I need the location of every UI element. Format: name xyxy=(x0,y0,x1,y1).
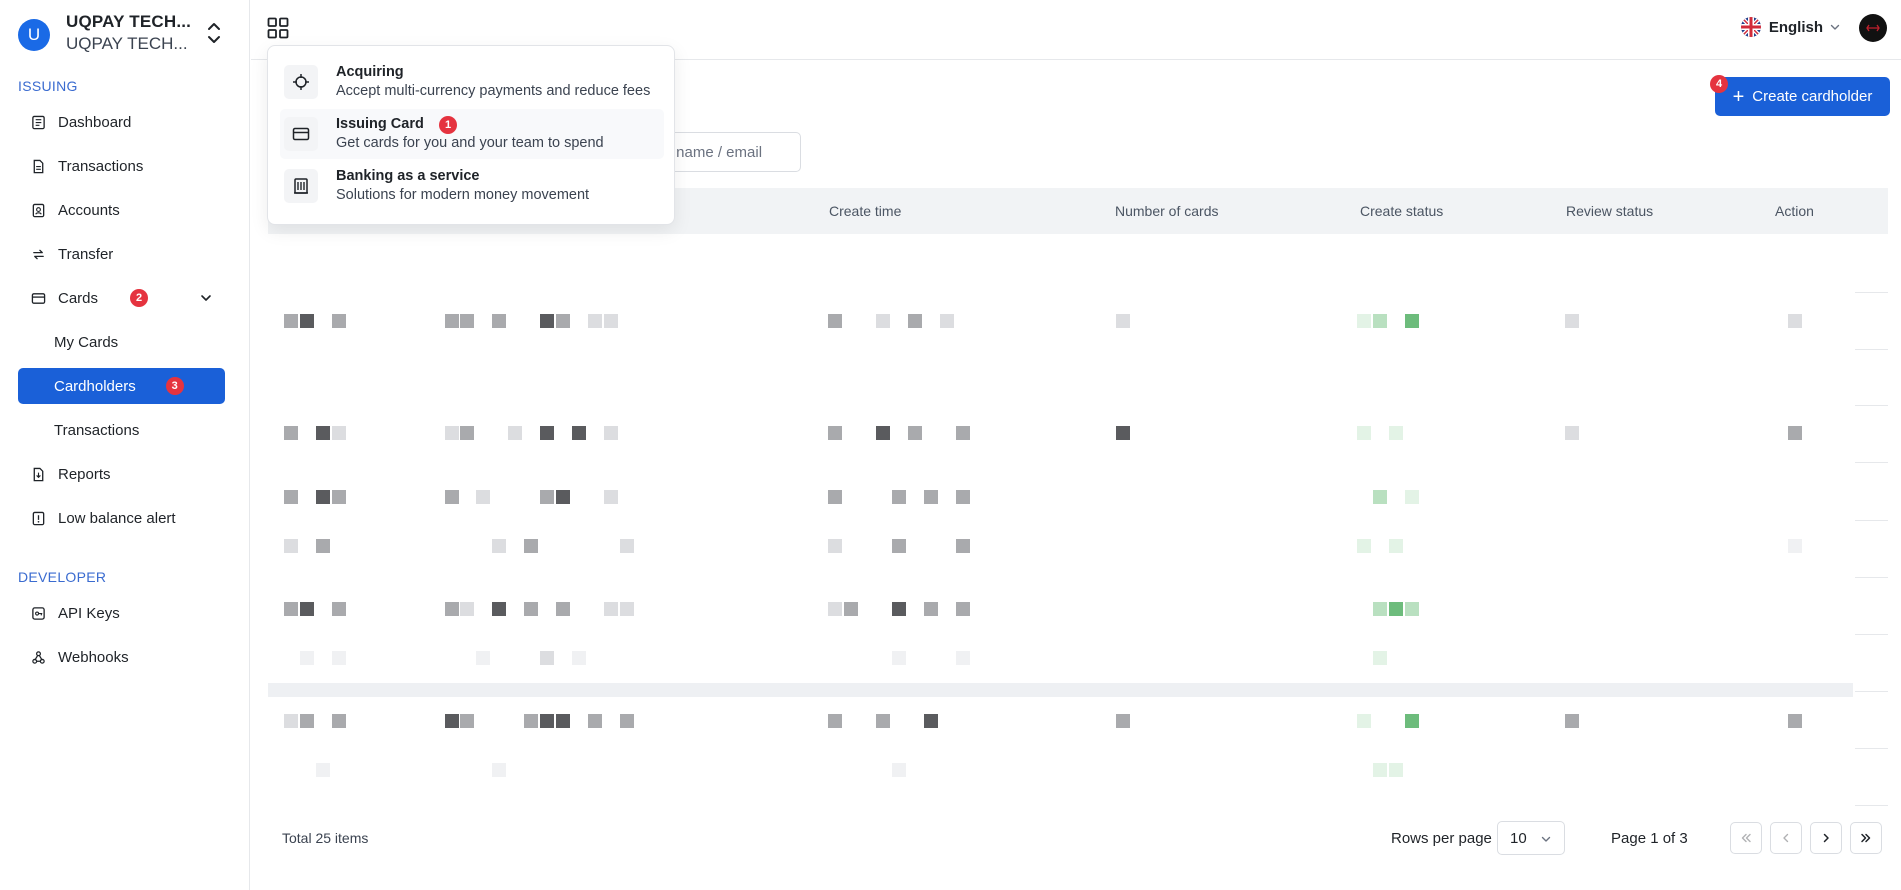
sidebar-item-low-balance-alert[interactable]: Low balance alert xyxy=(18,500,225,536)
row-divider xyxy=(1855,805,1888,806)
create-cardholder-label: Create cardholder xyxy=(1752,88,1873,105)
transfer-icon xyxy=(30,246,46,262)
language-selector[interactable]: English xyxy=(1740,17,1841,37)
sidebar-item-api-keys[interactable]: API Keys xyxy=(18,595,225,631)
row-divider xyxy=(1855,748,1888,749)
sidebar-item-label: Cards xyxy=(58,289,99,307)
chevron-right-icon xyxy=(1823,833,1829,843)
chevron-down-icon xyxy=(1541,836,1551,842)
sidebar-item-transactions[interactable]: Transactions xyxy=(18,148,225,184)
rows-per-page-value: 10 xyxy=(1510,829,1527,847)
total-items: Total 25 items xyxy=(282,830,369,846)
sidebar-item-label: Reports xyxy=(58,465,111,483)
menu-item-acquiring[interactable]: Acquiring Accept multi-currency payments… xyxy=(280,57,664,107)
cards-badge: 2 xyxy=(130,289,149,307)
next-page-button[interactable] xyxy=(1810,822,1842,854)
row-divider xyxy=(1855,691,1888,692)
issuing-card-badge: 1 xyxy=(439,116,457,134)
crosshair-icon xyxy=(284,65,318,99)
create-cardholder-button[interactable]: + Create cardholder xyxy=(1715,77,1890,116)
document-icon xyxy=(30,158,46,174)
first-page-button[interactable] xyxy=(1730,822,1762,854)
uk-flag-icon xyxy=(1740,17,1761,37)
rows-per-page-label: Rows per page xyxy=(1391,830,1492,847)
org-avatar: U xyxy=(18,19,50,51)
webhook-icon xyxy=(30,649,46,665)
sidebar-item-accounts[interactable]: Accounts xyxy=(18,192,225,228)
sidebar-item-label: Webhooks xyxy=(58,648,129,666)
sidebar-item-label: Cardholders xyxy=(54,377,136,395)
key-icon xyxy=(30,605,46,621)
menu-item-title: Acquiring xyxy=(336,64,404,80)
org-switcher[interactable]: U UQPAY TECH... UQPAY TECH... xyxy=(18,10,233,54)
row-highlight xyxy=(268,683,1853,697)
row-divider xyxy=(1855,577,1888,578)
menu-item-desc: Solutions for modern money movement xyxy=(336,187,590,203)
menu-item-desc: Accept multi-currency payments and reduc… xyxy=(336,83,651,99)
org-name: UQPAY TECH... xyxy=(66,12,192,31)
sidebar-item-dashboard[interactable]: Dashboard xyxy=(18,104,225,140)
row-divider xyxy=(1855,405,1888,406)
plus-icon: + xyxy=(1732,85,1745,108)
row-divider xyxy=(1855,349,1888,350)
apps-grid-icon[interactable] xyxy=(267,17,289,39)
sidebar-item-label: Low balance alert xyxy=(58,509,176,527)
sidebar: U UQPAY TECH... UQPAY TECH... ISSUING Da… xyxy=(0,0,250,890)
section-developer: DEVELOPER xyxy=(18,569,107,585)
col-number-of-cards: Number of cards xyxy=(1115,203,1219,219)
alert-icon xyxy=(30,510,46,526)
menu-item-banking-as-a-service[interactable]: Banking as a service Solutions for moder… xyxy=(280,161,664,211)
rows-per-page-select[interactable]: 10 xyxy=(1497,821,1565,855)
sidebar-item-transfer[interactable]: Transfer xyxy=(18,236,225,272)
menu-item-title: Banking as a service xyxy=(336,168,480,184)
credit-card-icon xyxy=(284,117,318,151)
accounts-icon xyxy=(30,202,46,218)
row-divider xyxy=(1855,634,1888,635)
sidebar-item-label: Accounts xyxy=(58,201,120,219)
col-create-time: Create time xyxy=(829,203,902,219)
page-info: Page 1 of 3 xyxy=(1611,830,1688,847)
sidebar-item-label: Transactions xyxy=(54,421,140,439)
col-create-status: Create status xyxy=(1360,203,1444,219)
sidebar-item-label: API Keys xyxy=(58,604,120,622)
report-icon xyxy=(30,466,46,482)
product-switcher-menu: Acquiring Accept multi-currency payments… xyxy=(267,45,675,225)
sidebar-item-label: Dashboard xyxy=(58,113,132,131)
dashboard-icon xyxy=(30,114,46,130)
section-issuing: ISSUING xyxy=(18,78,78,94)
create-badge: 4 xyxy=(1710,75,1728,93)
chevrons-left-icon xyxy=(1741,833,1751,843)
row-divider xyxy=(1855,292,1888,293)
chevron-up-down-icon[interactable] xyxy=(204,18,224,48)
chevron-down-icon[interactable] xyxy=(199,291,213,305)
menu-item-title: Issuing Card xyxy=(336,116,424,132)
sidebar-item-card-transactions[interactable]: Transactions xyxy=(18,412,225,448)
menu-item-issuing-card[interactable]: Issuing Card 1 Get cards for you and you… xyxy=(280,109,664,159)
language-label: English xyxy=(1768,18,1823,36)
prev-page-button[interactable] xyxy=(1770,822,1802,854)
col-review-status: Review status xyxy=(1566,203,1654,219)
last-page-button[interactable] xyxy=(1850,822,1882,854)
sidebar-item-my-cards[interactable]: My Cards xyxy=(18,324,225,360)
sidebar-item-webhooks[interactable]: Webhooks xyxy=(18,639,225,675)
chevrons-right-icon xyxy=(1861,833,1871,843)
row-divider xyxy=(1855,462,1888,463)
chevron-left-icon xyxy=(1783,833,1789,843)
bank-icon xyxy=(284,169,318,203)
menu-item-desc: Get cards for you and your team to spend xyxy=(336,135,604,151)
sidebar-item-cardholders[interactable]: Cardholders 3 xyxy=(18,368,225,404)
row-divider xyxy=(1855,520,1888,521)
sidebar-item-reports[interactable]: Reports xyxy=(18,456,225,492)
user-avatar[interactable] xyxy=(1859,14,1887,42)
col-action: Action xyxy=(1775,203,1814,219)
cardholders-badge: 3 xyxy=(165,377,184,395)
org-sub-name: UQPAY TECH... xyxy=(66,34,188,53)
sidebar-item-cards[interactable]: Cards 2 xyxy=(18,280,225,316)
chevron-down-icon xyxy=(1830,24,1840,30)
sidebar-item-label: Transfer xyxy=(58,245,114,263)
user-avatar-icon xyxy=(1866,24,1880,32)
card-icon xyxy=(30,290,46,306)
sidebar-item-label: Transactions xyxy=(58,157,144,175)
sidebar-item-label: My Cards xyxy=(54,333,119,351)
